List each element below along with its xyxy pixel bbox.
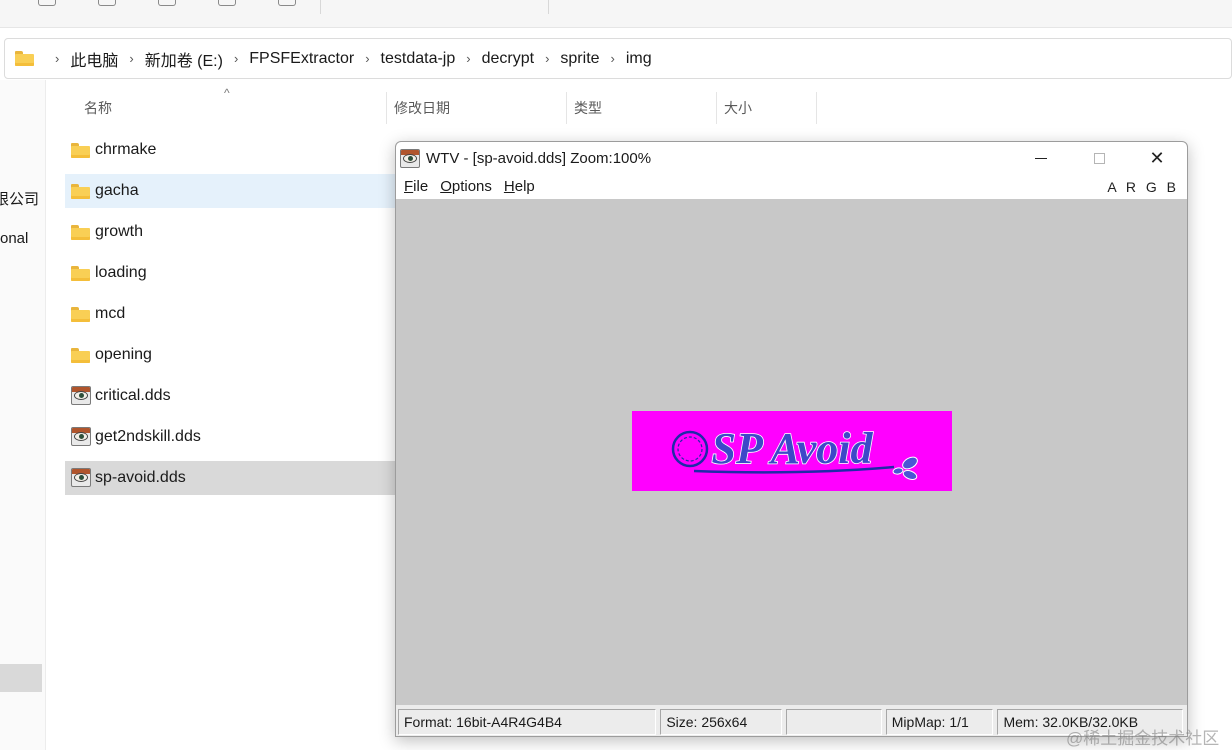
minimize-icon [1035,157,1047,159]
toolbar-button[interactable] [38,0,56,6]
menu-file-label: ile [413,178,429,195]
minimize-button[interactable] [1012,142,1070,174]
navigation-pane[interactable]: 限公司 onal [0,80,46,750]
chevron-right-icon: › [466,51,471,66]
texture-text: SP Avoid [712,424,874,473]
dds-file-icon [71,427,91,446]
file-row-opening[interactable]: opening [65,338,395,372]
wtv-window-title: WTV - [sp-avoid.dds] Zoom:100% [426,149,652,167]
file-name: growth [95,223,144,240]
sp-avoid-logo: SP Avoid [671,423,918,480]
menu-help-accel: H [503,178,515,195]
channel-selector-argb[interactable]: A R G B [1107,179,1179,195]
maximize-button[interactable] [1070,142,1128,174]
column-divider[interactable] [816,92,817,124]
breadcrumb-sprite[interactable]: sprite [560,50,599,68]
folder-icon [71,348,90,363]
file-row-sp-avoid-dds[interactable]: sp-avoid.dds [65,461,395,495]
close-icon: ✕ [1149,147,1165,168]
file-name: opening [95,346,152,363]
file-row-mcd[interactable]: mcd [65,297,395,331]
wtv-app-icon[interactable] [400,148,420,168]
toolbar-separator [320,0,321,14]
status-mipmap: MipMap: 1/1 [885,708,994,735]
column-header-modified[interactable]: 修改日期 [394,92,564,124]
status-blank [786,708,882,735]
column-header-modified-label: 修改日期 [394,100,450,116]
file-name: sp-avoid.dds [95,469,186,486]
status-size: Size: 256x64 [660,708,782,735]
folder-icon [71,266,90,281]
dds-file-icon [71,468,91,487]
file-row-get2ndskill-dds[interactable]: get2ndskill.dds [65,420,395,454]
breadcrumb-this-pc[interactable]: 此电脑 [70,47,118,71]
dds-file-icon [71,386,91,405]
chevron-right-icon: › [365,51,370,66]
nav-item-personal[interactable]: onal [0,230,28,247]
file-row-loading[interactable]: loading [65,256,395,290]
toolbar-button[interactable] [158,0,176,6]
column-header-type[interactable]: 类型 [574,92,714,124]
column-header-size[interactable]: 大小 [724,92,814,124]
column-header-type-label: 类型 [574,100,602,116]
toolbar-button[interactable] [278,0,296,6]
wtv-menu-bar: File Options Help A R G B [396,174,1187,199]
toolbar-button[interactable] [218,0,236,6]
menu-file-accel: F [404,178,414,195]
column-divider[interactable] [566,92,567,124]
folder-icon [71,225,90,240]
menu-options[interactable]: Options [440,178,492,195]
menu-help[interactable]: Help [504,178,535,195]
file-row-gacha[interactable]: gacha [65,174,395,208]
explorer-toolbar [0,0,1232,28]
menu-options-label: ptions [451,178,492,195]
file-row-growth[interactable]: growth [65,215,395,249]
folder-icon [71,184,90,199]
chevron-right-icon: › [610,51,615,66]
file-name: gacha [95,182,139,199]
file-row-chrmake[interactable]: chrmake [65,133,395,167]
chevron-right-icon: › [55,51,60,66]
breadcrumb-img[interactable]: img [626,50,652,68]
file-name: chrmake [95,141,157,158]
wtv-title-bar[interactable]: WTV - [sp-avoid.dds] Zoom:100% ✕ [396,142,1187,174]
file-name: get2ndskill.dds [95,428,201,445]
toolbar-separator [548,0,549,14]
menu-file[interactable]: File [404,178,428,195]
folder-icon [15,51,34,66]
nav-item-selected[interactable] [0,664,42,692]
file-name: mcd [95,305,126,322]
file-name: critical.dds [95,387,171,404]
column-header-name-label: 名称 [84,100,112,116]
column-divider[interactable] [386,92,387,124]
file-row-critical-dds[interactable]: critical.dds [65,379,395,413]
chevron-right-icon: › [545,51,550,66]
close-button[interactable]: ✕ [1128,142,1186,174]
nav-item-company[interactable]: 限公司 [0,188,39,209]
column-divider[interactable] [716,92,717,124]
breadcrumb-testdata-jp[interactable]: testdata-jp [381,50,456,68]
watermark: @稀土掘金技术社区 [1066,729,1220,748]
status-format: Format: 16bit-A4R4G4B4 [398,708,657,735]
menu-help-label: elp [514,178,535,195]
file-name: loading [95,264,147,281]
column-header-size-label: 大小 [724,100,752,116]
texture-canvas[interactable]: SP Avoid [396,199,1187,705]
address-bar[interactable]: › 此电脑 › 新加卷 (E:) › FPSFExtractor › testdata-… [4,38,1232,79]
texture-preview: SP Avoid [632,411,952,491]
chevron-right-icon: › [129,51,134,66]
folder-icon [71,143,90,158]
maximize-icon [1093,152,1105,164]
chevron-right-icon: › [233,51,239,66]
breadcrumb-fpsfextractor[interactable]: FPSFExtractor [249,50,354,68]
wtv-window[interactable]: WTV - [sp-avoid.dds] Zoom:100% ✕ File Op… [395,141,1188,737]
menu-options-accel: O [440,178,452,195]
breadcrumb-decrypt[interactable]: decrypt [482,50,534,68]
column-header-name[interactable]: 名称 [84,92,384,124]
folder-icon [71,307,90,322]
breadcrumb-volume-e[interactable]: 新加卷 (E:) [145,47,223,71]
toolbar-button[interactable] [98,0,116,6]
